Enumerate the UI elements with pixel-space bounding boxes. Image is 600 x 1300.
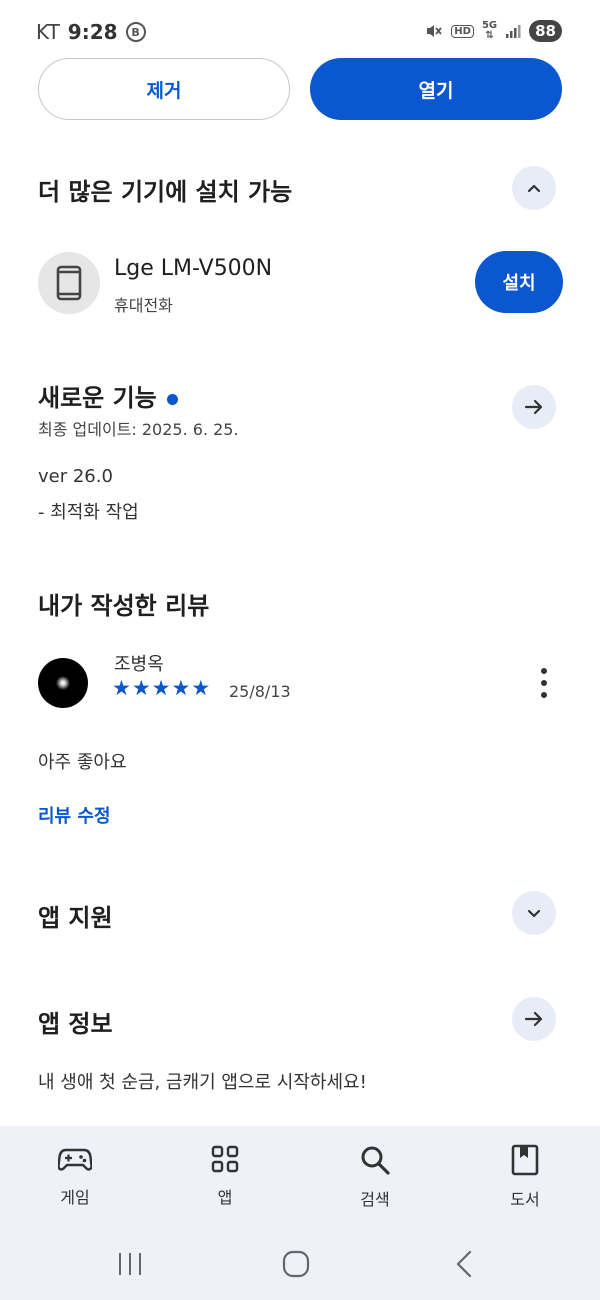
system-navigation-bar — [0, 1226, 600, 1300]
app-info-description: 내 생애 첫 순금, 금캐기 앱으로 시작하세요! — [38, 1072, 367, 1093]
device-type: 휴대전화 — [114, 296, 173, 315]
nav-item-apps[interactable]: 앱 — [150, 1126, 300, 1226]
nav-item-books[interactable]: 도서 — [450, 1126, 600, 1226]
dot-icon — [541, 692, 547, 698]
remove-button[interactable]: 제거 — [38, 58, 290, 120]
more-options-button[interactable] — [530, 668, 558, 698]
install-more-title: 더 많은 기기에 설치 가능 — [38, 178, 293, 206]
review-date: 25/8/13 — [229, 682, 291, 701]
expand-button[interactable] — [512, 891, 556, 935]
release-note: - 최적화 작업 — [38, 502, 139, 523]
whats-new-title: 새로운 기능 — [38, 384, 157, 412]
last-update-date: 최종 업데이트: 2025. 6. 25. — [38, 420, 239, 439]
phone-icon — [56, 265, 82, 301]
app-support-title[interactable]: 앱 지원 — [38, 898, 113, 933]
status-right: HD 5G ⇅ 88 — [425, 20, 562, 42]
status-left: KT 9:28 B — [36, 20, 146, 44]
star-icon: ★ — [112, 676, 131, 700]
gamepad-icon — [58, 1148, 92, 1171]
install-button[interactable]: 설치 — [475, 251, 563, 313]
apps-grid-icon — [211, 1145, 239, 1173]
hd-voice-icon: HD — [451, 24, 474, 38]
device-name: Lge LM-V500N — [114, 256, 273, 281]
home-icon[interactable] — [282, 1250, 310, 1278]
star-rating: ★ ★ ★ ★ ★ — [112, 676, 210, 700]
book-icon — [511, 1144, 539, 1176]
open-button[interactable]: 열기 — [310, 58, 562, 120]
reviewer-name: 조병옥 — [114, 654, 164, 675]
arrow-right-icon — [524, 399, 543, 415]
app-info-title[interactable]: 앱 정보 — [38, 1004, 113, 1039]
arrow-right-icon — [524, 1011, 543, 1027]
battery-indicator: 88 — [529, 20, 562, 42]
chevron-up-icon — [527, 184, 541, 193]
my-review-title: 내가 작성한 리뷰 — [38, 592, 210, 620]
status-bar: KT 9:28 B HD 5G ⇅ 88 — [0, 0, 600, 60]
edit-review-link[interactable]: 리뷰 수정 — [38, 802, 111, 828]
star-icon: ★ — [131, 676, 151, 700]
carrier-label: KT — [36, 20, 60, 44]
nav-label-apps: 앱 — [217, 1188, 233, 1207]
whats-new-header[interactable]: 새로운 기능 — [38, 378, 178, 413]
star-icon: ★ — [171, 676, 191, 700]
new-indicator-dot — [166, 393, 178, 405]
star-icon: ★ — [151, 676, 171, 700]
collapse-button[interactable] — [512, 166, 556, 210]
clock: 9:28 — [67, 20, 118, 44]
device-avatar — [38, 252, 100, 314]
dot-icon — [541, 680, 547, 686]
version-text: ver 26.0 — [38, 466, 113, 487]
review-text: 아주 좋아요 — [38, 752, 127, 773]
bottom-navigation: 게임 앱 검색 도서 — [0, 1126, 600, 1226]
nav-item-search[interactable]: 검색 — [300, 1126, 450, 1226]
signal-icon — [506, 25, 521, 38]
recent-apps-icon[interactable] — [116, 1250, 144, 1278]
coin-icon: B — [125, 22, 146, 42]
app-info-arrow-button[interactable] — [512, 997, 556, 1041]
nav-label-books: 도서 — [510, 1190, 540, 1209]
dot-icon — [541, 668, 547, 674]
back-icon[interactable] — [452, 1250, 476, 1278]
whats-new-arrow-button[interactable] — [512, 385, 556, 429]
network-type: 5G — [481, 20, 498, 31]
nav-label-search: 검색 — [360, 1190, 390, 1209]
chevron-down-icon — [527, 909, 541, 918]
network-5g-icon: 5G ⇅ — [481, 20, 498, 41]
nav-item-games[interactable]: 게임 — [0, 1126, 150, 1226]
nav-label-games: 게임 — [60, 1188, 90, 1207]
avatar — [38, 658, 88, 708]
search-icon — [361, 1146, 390, 1175]
mute-icon — [427, 25, 442, 37]
star-icon: ★ — [191, 676, 211, 700]
